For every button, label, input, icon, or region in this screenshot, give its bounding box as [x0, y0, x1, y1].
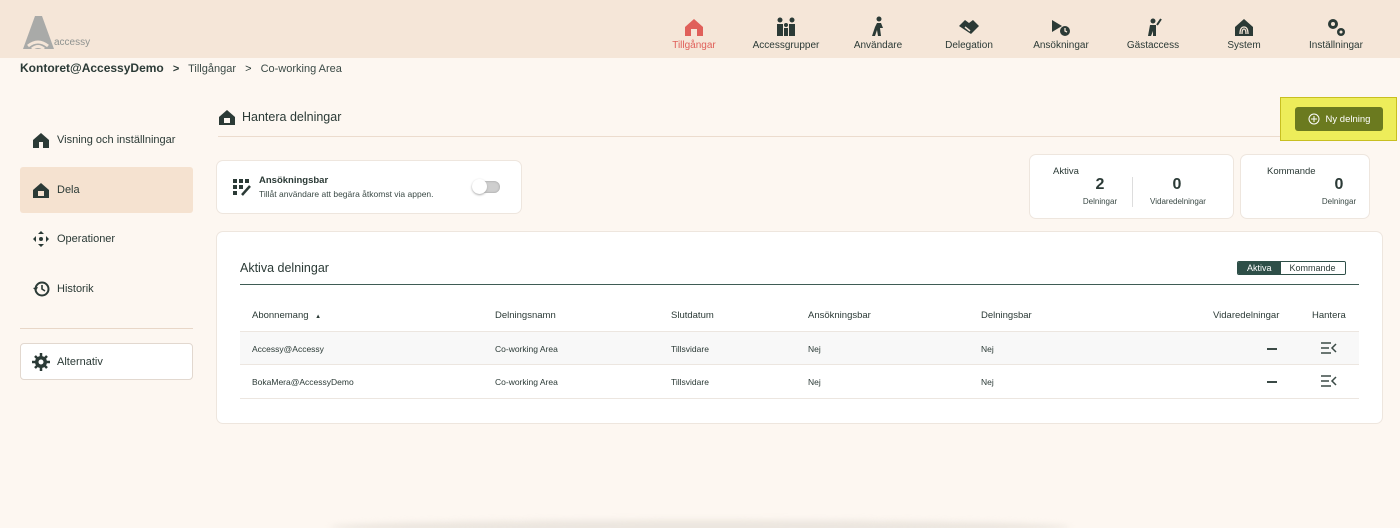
new-share-button[interactable]: Ny delning: [1295, 107, 1383, 131]
gear-icon: [32, 352, 50, 371]
applicable-toggle-switch[interactable]: [472, 179, 500, 194]
cell-delningsbar: Nej: [981, 344, 994, 354]
segment-aktiva[interactable]: Aktiva: [1238, 262, 1281, 274]
stats-active-shares-count: 2: [1095, 176, 1105, 193]
accessy-logo[interactable]: [20, 14, 100, 54]
stats-upcoming-count: 0: [1334, 176, 1344, 193]
breadcrumb-tillgangar[interactable]: Tillgångar: [188, 63, 236, 75]
cell-ansokningsbar: Nej: [808, 344, 821, 354]
manage-menu-icon[interactable]: [1321, 375, 1337, 387]
top-navigation-bar: accessy Tillgångar Accessgrupper Använda…: [0, 0, 1400, 58]
sidebar-item-visning[interactable]: Visning och inställningar: [20, 117, 193, 163]
table-row[interactable]: Accessy@Accessy Co-working Area Tillsvid…: [240, 331, 1359, 365]
sidebar-item-historik[interactable]: Historik: [20, 266, 193, 312]
stats-active-label: Aktiva: [1053, 166, 1079, 177]
toggle-title: Ansökningsbar: [259, 175, 329, 186]
nav-gastaccess[interactable]: Gästaccess: [1127, 0, 1179, 58]
sidebar-divider: [20, 328, 193, 329]
toggle-knob: [472, 179, 487, 194]
cell-slutdatum: Tillsvidare: [671, 377, 709, 387]
nav-anvandare[interactable]: Användare: [852, 0, 904, 58]
active-shares-card: Aktiva delningar Aktiva Kommande Abonnem…: [217, 232, 1382, 423]
history-icon: [33, 281, 50, 297]
fingerprint-house-icon: [1235, 19, 1253, 36]
stats-upcoming-label: Kommande: [1267, 166, 1316, 177]
stats-divider: [1132, 177, 1133, 207]
move-arrows-icon: [33, 231, 49, 247]
nav-accessgrupper[interactable]: Accessgrupper: [752, 0, 820, 58]
nav-delegation[interactable]: Delegation: [943, 0, 995, 58]
column-header-delningsnamn[interactable]: Delningsnamn: [495, 310, 556, 321]
family-icon: [777, 17, 795, 36]
nav-system[interactable]: System: [1223, 0, 1265, 58]
breadcrumb: Kontoret@AccessyDemo > Tillgångar > Co-w…: [20, 61, 342, 75]
breadcrumb-separator: >: [245, 63, 252, 75]
gears-icon: [1328, 19, 1345, 36]
stats-active-card: Aktiva 2 Delningar 0 Vidaredelningar: [1030, 155, 1233, 218]
share-house-icon: [33, 183, 49, 198]
brand-name: accessy: [54, 37, 91, 48]
stats-active-reshares-label: Vidaredelningar: [1150, 197, 1206, 206]
cell-delningsbar: Nej: [981, 377, 994, 387]
sidebar-alternativ-button[interactable]: Alternativ: [20, 343, 193, 380]
table-title-underline: [240, 284, 1359, 285]
column-header-vidaredelningar[interactable]: Vidaredelningar: [1213, 310, 1279, 321]
cell-delningsnamn: Co-working Area: [495, 344, 558, 354]
column-header-abonnemang[interactable]: Abonnemang ▲: [252, 310, 321, 321]
column-header-delningsbar[interactable]: Delningsbar: [981, 310, 1032, 321]
header-divider: [218, 136, 1280, 137]
manage-menu-icon[interactable]: [1321, 342, 1337, 354]
plus-circle-icon: [1308, 113, 1320, 125]
house-icon: [685, 19, 703, 36]
page-title: Hantera delningar: [218, 108, 341, 126]
cell-slutdatum: Tillsvidare: [671, 344, 709, 354]
nav-installningar[interactable]: Inställningar: [1306, 0, 1366, 58]
window-bottom-shadow: [330, 520, 1070, 528]
segment-kommande[interactable]: Kommande: [1280, 262, 1345, 274]
sort-asc-icon: ▲: [315, 314, 322, 320]
walking-person-icon: [872, 16, 883, 36]
cell-abonnemang: Accessy@Accessy: [252, 344, 324, 354]
stats-active-shares-label: Delningar: [1082, 197, 1118, 206]
breadcrumb-separator: >: [172, 63, 180, 75]
grid-edit-icon: [233, 179, 251, 196]
handshake-icon: [959, 20, 979, 34]
stats-upcoming-sub: Delningar: [1321, 197, 1357, 206]
nav-ansokningar[interactable]: Ansökningar: [1032, 0, 1090, 58]
house-icon: [33, 133, 49, 148]
empty-dash: [1267, 381, 1277, 383]
table-row[interactable]: BokaMera@AccessyDemo Co-working Area Til…: [240, 365, 1359, 399]
cell-delningsnamn: Co-working Area: [495, 377, 558, 387]
stats-upcoming-card: Kommande 0 Delningar: [1241, 155, 1369, 218]
empty-dash: [1267, 348, 1277, 350]
new-share-highlight: Ny delning: [1280, 97, 1397, 141]
breadcrumb-org[interactable]: Kontoret@AccessyDemo: [20, 61, 164, 75]
toggle-description: Tillåt användare att begära åtkomst via …: [259, 189, 434, 199]
application-clock-icon: [1052, 20, 1070, 36]
column-header-ansokningsbar[interactable]: Ansökningsbar: [808, 310, 871, 321]
column-header-hantera: Hantera: [1312, 310, 1346, 321]
segment-toggle: Aktiva Kommande: [1237, 261, 1346, 275]
guest-person-icon: [1148, 18, 1162, 36]
table-title: Aktiva delningar: [240, 261, 329, 275]
cell-ansokningsbar: Nej: [808, 377, 821, 387]
column-header-slutdatum[interactable]: Slutdatum: [671, 310, 714, 321]
sidebar-item-dela[interactable]: Dela: [20, 167, 193, 213]
stats-active-reshares-count: 0: [1172, 176, 1182, 193]
share-house-icon: [219, 110, 235, 125]
nav-tillgangar[interactable]: Tillgångar: [669, 0, 719, 58]
sidebar-item-operationer[interactable]: Operationer: [20, 216, 193, 262]
cell-abonnemang: BokaMera@AccessyDemo: [252, 377, 354, 387]
breadcrumb-current: Co-working Area: [260, 63, 342, 75]
